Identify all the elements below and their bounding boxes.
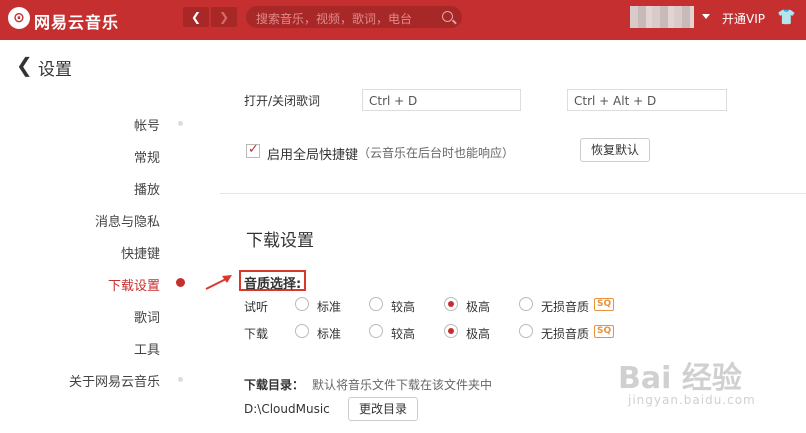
sidebar-item-tools[interactable]: 工具 — [134, 339, 160, 358]
divider — [220, 193, 806, 194]
download-section-title: 下载设置 — [246, 231, 314, 251]
global-shortcut-note: （云音乐在后台时也能响应） — [358, 146, 515, 160]
page-title: 设置 — [38, 60, 72, 80]
nav-forward-button[interactable]: ❯ — [211, 7, 237, 27]
sidebar-item-playback[interactable]: 播放 — [134, 179, 160, 198]
global-shortcut-field[interactable]: Ctrl + Alt + D — [567, 89, 727, 111]
sq-badge: SQ — [594, 298, 615, 311]
avatar[interactable] — [630, 6, 694, 28]
chevron-left-icon[interactable]: ❮ — [16, 54, 33, 76]
option-label: 无损音质 — [541, 300, 590, 314]
sidebar-item-general[interactable]: 常规 — [134, 147, 160, 166]
global-shortcut-checkbox[interactable] — [246, 142, 260, 158]
sq-badge: SQ — [594, 325, 615, 338]
title-bar: ⊙ 网易云音乐 ❮ ❯ 搜索音乐，视频，歌词，电台 开通VIP 👕 — [0, 0, 806, 40]
option-label: 极高 — [466, 327, 491, 341]
download-extreme-radio[interactable] — [444, 324, 458, 338]
download-label: 下载 — [244, 327, 269, 341]
option-label: 较高 — [391, 327, 416, 341]
search-input[interactable]: 搜索音乐，视频，歌词，电台 — [246, 6, 462, 28]
preview-lossless-radio[interactable] — [519, 297, 533, 311]
sidebar-item-shortcuts[interactable]: 快捷键 — [121, 243, 160, 262]
option-label: 无损音质 — [541, 327, 590, 341]
quality-select-label: 音质选择: — [239, 270, 307, 292]
nav-back-button[interactable]: ❮ — [183, 7, 209, 27]
option-label: 标准 — [317, 300, 342, 314]
sidebar-item-download[interactable]: 下载设置 — [108, 275, 160, 294]
search-placeholder: 搜索音乐，视频，歌词，电台 — [256, 12, 413, 26]
sidebar-item-account[interactable]: 帐号 — [134, 115, 160, 134]
download-lossless-radio[interactable] — [519, 324, 533, 338]
change-dir-button[interactable]: 更改目录 — [348, 397, 418, 421]
preview-high-radio[interactable] — [369, 297, 383, 311]
sidebar-dot — [178, 377, 183, 382]
sidebar-item-privacy[interactable]: 消息与隐私 — [95, 211, 160, 230]
app-name: 网易云音乐 — [34, 13, 120, 32]
netease-music-logo-icon: ⊙ — [8, 7, 30, 29]
sidebar-dot — [178, 121, 183, 126]
preview-standard-radio[interactable] — [295, 297, 309, 311]
open-vip-link[interactable]: 开通VIP — [722, 10, 765, 27]
settings-header: ❮ 设置 — [0, 40, 806, 92]
preview-label: 试听 — [244, 300, 269, 314]
skin-icon[interactable]: 👕 — [777, 9, 796, 25]
download-dir-path: D:\CloudMusic — [244, 402, 330, 416]
download-dir-label: 下载目录： — [244, 378, 305, 392]
download-standard-radio[interactable] — [295, 324, 309, 338]
watermark-text: Bai 经验 — [618, 361, 742, 396]
global-shortcut-label: 启用全局快捷键 — [267, 148, 359, 163]
preview-extreme-radio[interactable] — [444, 297, 458, 311]
option-label: 极高 — [466, 300, 491, 314]
sidebar-item-about[interactable]: 关于网易云音乐 — [69, 371, 160, 390]
sidebar-active-dot — [176, 278, 185, 287]
restore-default-button[interactable]: 恢复默认 — [580, 138, 650, 162]
option-label: 标准 — [317, 327, 342, 341]
search-icon[interactable] — [442, 11, 453, 22]
sidebar-item-lyrics[interactable]: 歌词 — [134, 307, 160, 326]
watermark-url: jingyan.baidu.com — [628, 393, 756, 407]
download-dir-hint: 默认将音乐文件下载在该文件夹中 — [312, 378, 493, 392]
download-high-radio[interactable] — [369, 324, 383, 338]
option-label: 较高 — [391, 300, 416, 314]
shortcut-label: 打开/关闭歌词 — [244, 94, 321, 108]
baidu-watermark: Bai 经验 jingyan.baidu.com — [618, 343, 798, 413]
local-shortcut-field[interactable]: Ctrl + D — [362, 89, 521, 111]
chevron-down-icon[interactable] — [702, 14, 710, 19]
